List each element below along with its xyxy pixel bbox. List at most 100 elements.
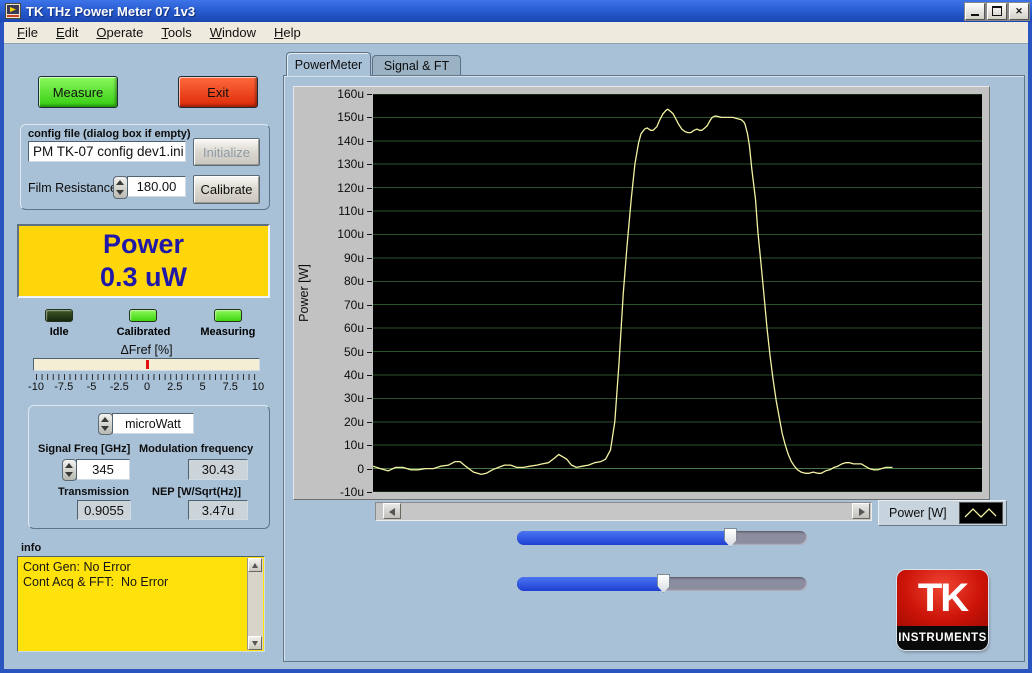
- unit-select[interactable]: microWatt: [112, 413, 194, 434]
- unit-spinner[interactable]: [98, 413, 113, 435]
- power-display: Power 0.3 uW: [17, 224, 270, 298]
- film-resistance-label: Film Resistance: [28, 181, 117, 195]
- y-tick-mark: [367, 94, 372, 95]
- led-label-idle: Idle: [17, 326, 101, 338]
- fref-tick-label: 0: [144, 381, 150, 393]
- film-resistance-value[interactable]: 180.00: [127, 176, 186, 197]
- y-tick-mark: [367, 422, 372, 423]
- plot-legend[interactable]: Power [W]: [878, 500, 1007, 526]
- menubar: FileEditOperateToolsWindowHelp: [4, 22, 1028, 44]
- led-idle: Idle: [17, 309, 101, 338]
- info-scrollbar[interactable]: [247, 558, 263, 650]
- exit-button[interactable]: Exit: [178, 76, 258, 108]
- nep-value: 3.47u: [188, 500, 248, 520]
- graph-scrollbar[interactable]: [375, 502, 872, 521]
- scroll-right-button[interactable]: [852, 503, 870, 519]
- scroll-down-button[interactable]: [248, 636, 262, 650]
- tk-logo-letters: TK: [918, 576, 967, 621]
- app-icon: [5, 3, 21, 19]
- y-tick-mark: [367, 211, 372, 212]
- led-calibrated: Calibrated: [101, 309, 185, 338]
- tab-powermeter[interactable]: PowerMeter: [286, 52, 371, 76]
- measure-button[interactable]: Measure: [38, 76, 118, 108]
- y-tick-label: 30u: [344, 391, 364, 405]
- fref-tick-label: 2.5: [167, 381, 182, 393]
- scroll-left-button[interactable]: [383, 503, 401, 519]
- config-file-input[interactable]: PM TK-07 config dev1.ini: [28, 141, 186, 162]
- app-window: TK THz Power Meter 07 1v3 ✕ FileEditOper…: [0, 0, 1032, 673]
- scroll-up-button[interactable]: [248, 558, 262, 572]
- tk-logo-band: INSTRUMENTS: [897, 626, 988, 650]
- menu-item-tools[interactable]: Tools: [152, 25, 200, 40]
- plot-legend-label: Power [W]: [889, 506, 959, 520]
- fref-tick-label: -2.5: [110, 381, 129, 393]
- signal-freq-spinner[interactable]: [62, 459, 77, 481]
- mod-freq-label: Modulation frequency: [139, 443, 253, 455]
- fref-tick-label: -7.5: [54, 381, 73, 393]
- offset-slider[interactable]: [517, 577, 807, 591]
- info-box: Cont Gen: No ErrorCont Acq & FFT: No Err…: [17, 556, 265, 652]
- offset-fill: [517, 577, 663, 591]
- led-lamp-calibrated: [129, 309, 157, 322]
- y-tick-label: 120u: [337, 181, 364, 195]
- y-tick-label: 90u: [344, 251, 364, 265]
- y-tick-label: 50u: [344, 345, 364, 359]
- y-tick-label: 0: [357, 462, 364, 476]
- power-display-title: Power: [19, 228, 268, 261]
- tab-signal-ft[interactable]: Signal & FT: [372, 55, 461, 76]
- menu-item-file[interactable]: File: [8, 25, 47, 40]
- fref-pointer: [146, 360, 149, 369]
- y-tick-mark: [367, 305, 372, 306]
- y-tick-label: 10u: [344, 438, 364, 452]
- y-tick-label: 20u: [344, 415, 364, 429]
- y-tick-label: 60u: [344, 321, 364, 335]
- fref-tick-label: 7.5: [223, 381, 238, 393]
- info-line: Cont Acq & FFT: No Error: [23, 575, 244, 590]
- y-tick-label: 130u: [337, 157, 364, 171]
- minimize-button[interactable]: [965, 3, 985, 20]
- menu-item-operate[interactable]: Operate: [87, 25, 152, 40]
- tk-logo-instruments: INSTRUMENTS: [898, 632, 987, 644]
- plot-legend-swatch[interactable]: [959, 502, 1003, 524]
- config-file-label: config file (dialog box if empty): [28, 128, 191, 140]
- led-measuring: Measuring: [186, 309, 270, 338]
- title-bar: TK THz Power Meter 07 1v3 ✕: [0, 0, 1032, 22]
- transmission-value: 0.9055: [77, 500, 131, 520]
- signal-freq-label: Signal Freq [GHz]: [38, 443, 130, 455]
- time-const-fill: [517, 531, 730, 545]
- power-display-value: 0.3 uW: [19, 261, 268, 294]
- y-tick-mark: [367, 492, 372, 493]
- y-tick-label: 110u: [338, 204, 364, 218]
- y-tick-mark: [367, 117, 372, 118]
- menu-item-edit[interactable]: Edit: [47, 25, 87, 40]
- y-tick-mark: [367, 281, 372, 282]
- calibrate-button[interactable]: Calibrate: [193, 175, 260, 204]
- y-tick-mark: [367, 352, 372, 353]
- power-plot: [373, 94, 982, 492]
- y-tick-mark: [367, 398, 372, 399]
- y-tick-mark: [367, 141, 372, 142]
- y-tick-mark: [367, 234, 372, 235]
- y-tick-label: 140u: [337, 134, 364, 148]
- y-tick-label: 160u: [337, 87, 364, 101]
- menu-item-help[interactable]: Help: [265, 25, 310, 40]
- window-controls: ✕: [965, 3, 1029, 20]
- fref-tick-labels: -10-7.5-5-2.502.557.510: [36, 381, 258, 394]
- close-button[interactable]: ✕: [1009, 3, 1029, 20]
- y-tick-mark: [367, 164, 372, 165]
- y-tick-mark: [367, 375, 372, 376]
- y-tick-mark: [367, 469, 372, 470]
- initialize-button[interactable]: Initialize: [193, 138, 260, 166]
- signal-freq-value[interactable]: 345: [76, 459, 130, 480]
- fref-ticks: [36, 374, 258, 380]
- time-const-slider[interactable]: [517, 531, 807, 545]
- maximize-button[interactable]: [987, 3, 1007, 20]
- film-resistance-spinner[interactable]: [113, 176, 128, 199]
- menu-item-window[interactable]: Window: [201, 25, 265, 40]
- info-text: Cont Gen: No ErrorCont Acq & FFT: No Err…: [23, 560, 244, 590]
- fref-tick-label: -5: [87, 381, 97, 393]
- transmission-label: Transmission: [58, 486, 129, 498]
- fref-indicator: [33, 358, 260, 371]
- led-label-measuring: Measuring: [186, 326, 270, 338]
- y-tick-label: 70u: [344, 298, 364, 312]
